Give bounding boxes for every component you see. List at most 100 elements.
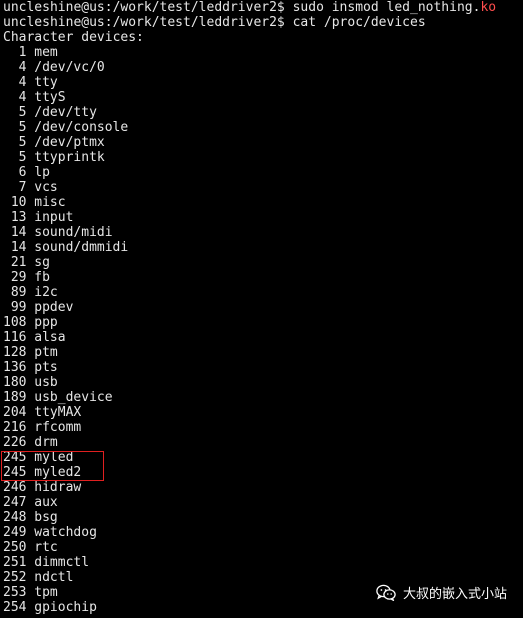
device-row: 5/dev/console [3, 120, 523, 135]
device-row: 5/dev/tty [3, 105, 523, 120]
device-row: 5/dev/ptmx [3, 135, 523, 150]
device-row: 6 lp [3, 165, 523, 180]
device-name: vcs [34, 180, 58, 195]
device-row: 29 fb [3, 270, 523, 285]
device-row: 251 dimmctl [3, 555, 523, 570]
device-major-number: 226 [3, 435, 27, 450]
device-major-number: 6 [18, 165, 27, 180]
device-row: 7 vcs [3, 180, 523, 195]
device-name: /dev/vc/0 [34, 60, 105, 75]
device-row: 4 tty [3, 75, 523, 90]
shell-prompt: uncleshine@us:/work/test/leddriver2$ [3, 0, 293, 15]
device-major-number: 29 [10, 270, 27, 285]
device-name: mem [34, 45, 58, 60]
device-name: ppp [34, 315, 58, 330]
device-major-number: 13 [10, 210, 27, 225]
device-name: input [34, 210, 74, 225]
device-major-number: 21 [10, 255, 27, 270]
device-name: /dev/console [34, 120, 129, 135]
device-row: 249 watchdog [3, 525, 523, 540]
device-name: watchdog [34, 525, 97, 540]
device-name: /dev/tty [34, 105, 97, 120]
device-name: alsa [34, 330, 66, 345]
device-name: fb [34, 270, 50, 285]
device-row: 89 i2c [3, 285, 523, 300]
device-row: 216 rfcomm [3, 420, 523, 435]
device-name: tpm [34, 585, 58, 600]
device-major-number: 254 [3, 600, 27, 615]
device-row: 246 hidraw [3, 480, 523, 495]
device-list: 1 mem 4/dev/vc/0 4 tty 4 ttyS 5/dev/tty 5/dev/co… [3, 45, 523, 615]
device-row: 248 bsg [3, 510, 523, 525]
device-name: i2c [34, 285, 58, 300]
device-row: 108 ppp [3, 315, 523, 330]
device-major-number: 253 [3, 585, 27, 600]
command-text: cat /proc/devices [292, 15, 426, 30]
device-name: ttyS [34, 90, 66, 105]
device-name: ppdev [34, 300, 74, 315]
device-row: 189 usb_device [3, 390, 523, 405]
device-major-number: 5 [18, 150, 27, 165]
device-name: ttyMAX [34, 405, 82, 420]
device-name: tty [34, 75, 58, 90]
device-row: 204 ttyMAX [3, 405, 523, 420]
device-major-number: 14 [10, 240, 27, 255]
device-major-number: 5 [18, 105, 27, 120]
device-row: 99 ppdev [3, 300, 523, 315]
device-major-number: 10 [10, 195, 27, 210]
device-name: usb [34, 375, 58, 390]
shell-prompt: uncleshine@us:/work/test/leddriver2$ [3, 15, 293, 30]
device-name: rfcomm [34, 420, 82, 435]
device-row: 128 ptm [3, 345, 523, 360]
command-line-insmod: uncleshine@us:/work/test/leddriver2$ sud… [3, 0, 523, 15]
watermark-text: 大叔的嵌入式小站 [402, 587, 507, 602]
device-major-number: 248 [3, 510, 27, 525]
device-row: 4/dev/vc/0 [3, 60, 523, 75]
device-major-number: 99 [10, 300, 27, 315]
device-major-number: 108 [3, 315, 27, 330]
device-major-number: 136 [3, 360, 27, 375]
device-major-number: 249 [3, 525, 27, 540]
device-name: pts [34, 360, 58, 375]
device-row: 21 sg [3, 255, 523, 270]
device-name: /dev/ptmx [34, 135, 105, 150]
device-row: 116 alsa [3, 330, 523, 345]
watermark: 大叔的嵌入式小站 [376, 583, 507, 602]
character-devices-header: Character devices: [3, 30, 144, 45]
device-major-number: 116 [3, 330, 27, 345]
device-major-number: 247 [3, 495, 27, 510]
device-row: 247 aux [3, 495, 523, 510]
device-major-number: 128 [3, 345, 27, 360]
device-name: ttyprintk [34, 150, 105, 165]
device-name: aux [34, 495, 58, 510]
device-row: 180 usb [3, 375, 523, 390]
device-name: sound/dmmidi [34, 240, 129, 255]
device-major-number: 252 [3, 570, 27, 585]
device-name: gpiochip [34, 600, 97, 615]
device-major-number: 246 [3, 480, 27, 495]
device-major-number: 250 [3, 540, 27, 555]
device-name: ptm [34, 345, 58, 360]
device-major-number: 14 [10, 225, 27, 240]
device-major-number: 4 [18, 90, 27, 105]
command-line-cat: uncleshine@us:/work/test/leddriver2$ cat… [3, 15, 523, 30]
device-name: usb_device [34, 390, 113, 405]
device-major-number: 4 [18, 60, 27, 75]
device-name: drm [34, 435, 58, 450]
device-name: ndctl [34, 570, 74, 585]
device-row: 4 ttyS [3, 90, 523, 105]
device-row: 10 misc [3, 195, 523, 210]
terminal-output[interactable]: uncleshine@us:/work/test/leddriver2$ sud… [3, 0, 523, 618]
device-name: sg [34, 255, 50, 270]
device-name: bsg [34, 510, 58, 525]
device-row: 254 gpiochip [3, 600, 523, 615]
device-major-number: 5 [18, 135, 27, 150]
device-name: rtc [34, 540, 58, 555]
device-name: sound/midi [34, 225, 113, 240]
device-major-number: 5 [18, 120, 27, 135]
device-major-number: 1 [18, 45, 27, 60]
device-major-number: 7 [18, 180, 27, 195]
device-major-number: 204 [3, 405, 27, 420]
command-text: sudo insmod led_nothing. [292, 0, 481, 15]
device-row: 5 ttyprintk [3, 150, 523, 165]
